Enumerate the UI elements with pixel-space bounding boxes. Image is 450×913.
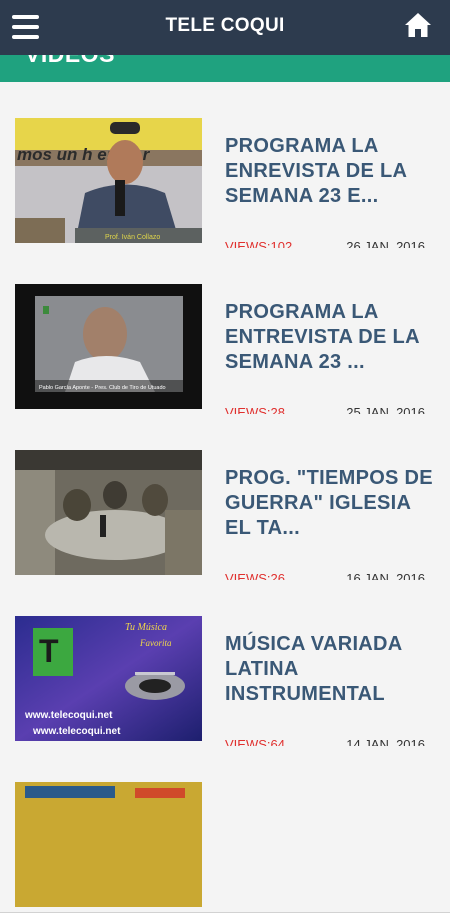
thumbnail-caption: www.telecoqui.net xyxy=(24,710,113,721)
app-title: TELE COQUI xyxy=(165,15,285,36)
video-title: MÚSICA VARIADA LATINA INSTRUMENTAL xyxy=(225,633,402,705)
home-icon[interactable] xyxy=(404,11,432,39)
section-header: VIDEOS xyxy=(0,55,450,82)
thumbnail-caption: Pablo García Aponte - Pres. Club de Tiro… xyxy=(39,385,166,391)
section-title: VIDEOS xyxy=(25,55,115,68)
video-list-item[interactable] xyxy=(0,746,450,913)
video-list-item[interactable]: Pablo García Aponte - Pres. Club de Tiro… xyxy=(0,248,450,420)
svg-text:www.telecoqui.net: www.telecoqui.net xyxy=(32,726,121,737)
svg-text:Favorita: Favorita xyxy=(139,638,172,648)
svg-text:T: T xyxy=(39,633,59,669)
video-list-item[interactable]: T Tu Música Favorita www.telecoqui.net w… xyxy=(0,580,450,752)
video-list-item[interactable]: mos un h en tu r Prof. Iván Collazo PROG… xyxy=(0,82,450,254)
video-thumbnail xyxy=(15,450,202,575)
video-thumbnail xyxy=(15,782,202,907)
video-thumbnail: mos un h en tu r Prof. Iván Collazo xyxy=(15,118,202,243)
video-list-item[interactable]: PROG. "TIEMPOS DE GUERRA" IGLESIA EL TA.… xyxy=(0,414,450,586)
video-title: PROGRAMA LA ENTREVISTA DE LA SEMANA 23 .… xyxy=(225,301,420,373)
app-header: TELE COQUI xyxy=(0,0,450,55)
svg-text:Tu Música: Tu Música xyxy=(125,622,167,633)
video-title: PROGRAMA LA ENREVISTA DE LA SEMANA 23 E.… xyxy=(225,135,407,207)
video-thumbnail: Pablo García Aponte - Pres. Club de Tiro… xyxy=(15,284,202,409)
thumbnail-caption: Prof. Iván Collazo xyxy=(105,234,160,241)
video-title: PROG. "TIEMPOS DE GUERRA" IGLESIA EL TA.… xyxy=(225,467,433,539)
video-thumbnail: T Tu Música Favorita www.telecoqui.net w… xyxy=(15,616,202,741)
